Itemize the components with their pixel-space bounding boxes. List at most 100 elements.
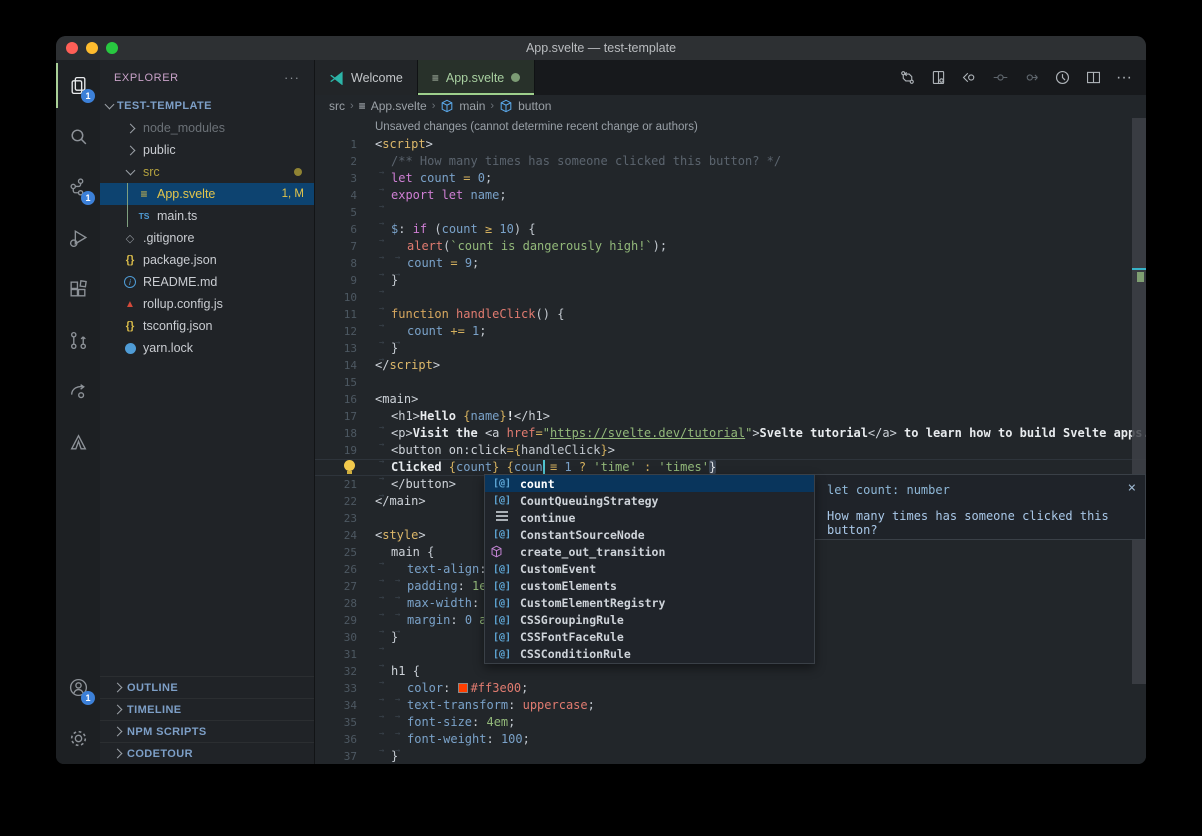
line-number[interactable]: 22	[315, 493, 375, 510]
code-line[interactable]: 35font-size: 4em;	[315, 714, 1146, 731]
line-number[interactable]: 16	[315, 391, 375, 408]
line-number[interactable]: 24	[315, 527, 375, 544]
line-number[interactable]: 36	[315, 731, 375, 748]
breadcrumb-button[interactable]: button	[518, 99, 551, 113]
line-number[interactable]: 29	[315, 612, 375, 629]
open-changes-icon[interactable]	[899, 69, 916, 86]
code-line[interactable]: 36font-weight: 100;	[315, 731, 1146, 748]
line-number[interactable]: 4	[315, 187, 375, 204]
line-number[interactable]: 28	[315, 595, 375, 612]
line-number[interactable]: 9	[315, 272, 375, 289]
close-icon[interactable]: ×	[1128, 480, 1136, 496]
suggest-item[interactable]: [@]customElements	[485, 578, 814, 595]
file-row[interactable]: yarn.lock	[100, 337, 314, 359]
line-number[interactable]: 25	[315, 544, 375, 561]
code-line[interactable]: 10	[315, 289, 1146, 306]
suggest-item[interactable]: [@]CustomEvent	[485, 560, 814, 577]
code-line[interactable]: 11function handleClick() {	[315, 306, 1146, 323]
settings-gear-icon[interactable]	[56, 713, 100, 764]
line-number[interactable]: 18	[315, 425, 375, 442]
code-line[interactable]: Unsaved changes (cannot determine recent…	[315, 119, 1146, 136]
github-pr-icon[interactable]	[56, 315, 100, 366]
line-number[interactable]: 1	[315, 136, 375, 153]
line-number[interactable]: 7	[315, 238, 375, 255]
section-timeline[interactable]: TIMELINE	[100, 698, 314, 720]
line-number[interactable]: 19	[315, 442, 375, 459]
line-number[interactable]: 11	[315, 306, 375, 323]
line-number[interactable]: 12	[315, 323, 375, 340]
line-number[interactable]: 5	[315, 204, 375, 221]
line-number[interactable]: 17	[315, 408, 375, 425]
code-editor[interactable]: Unsaved changes (cannot determine recent…	[315, 116, 1146, 764]
code-line[interactable]: 6$: if (count ≥ 10) {	[315, 221, 1146, 238]
file-row[interactable]: TSmain.ts	[100, 205, 314, 227]
line-number[interactable]: 21	[315, 476, 375, 493]
line-number[interactable]: 6	[315, 221, 375, 238]
code-line[interactable]: 37}	[315, 748, 1146, 764]
sidebar-more-actions-icon[interactable]: ···	[284, 70, 300, 85]
file-row[interactable]: src	[100, 161, 314, 183]
code-line[interactable]: 15	[315, 374, 1146, 391]
code-line[interactable]: 19<button on:click={handleClick}>	[315, 442, 1146, 459]
accounts-icon[interactable]: 1	[56, 662, 100, 713]
line-number[interactable]	[315, 119, 375, 136]
file-row[interactable]: ▲rollup.config.js	[100, 293, 314, 315]
extensions-icon[interactable]	[56, 264, 100, 315]
suggest-item[interactable]: [@]CSSGroupingRule	[485, 612, 814, 629]
suggest-item[interactable]: [@]CustomElementRegistry	[485, 595, 814, 612]
editor-scrollbar[interactable]	[1132, 118, 1146, 684]
line-number[interactable]: 35	[315, 714, 375, 731]
code-line[interactable]: 12count += 1;	[315, 323, 1146, 340]
line-number[interactable]	[315, 459, 375, 476]
file-row[interactable]: {}tsconfig.json	[100, 315, 314, 337]
code-line[interactable]: 1<script>	[315, 136, 1146, 153]
timeline-icon[interactable]	[1054, 69, 1071, 86]
breadcrumb-main[interactable]: main	[459, 99, 485, 113]
open-preview-icon[interactable]	[930, 69, 947, 86]
line-number[interactable]: 13	[315, 340, 375, 357]
section-codetour[interactable]: CODETOUR	[100, 742, 314, 764]
source-control-icon[interactable]: 1	[56, 162, 100, 213]
code-line[interactable]: 2/** How many times has someone clicked …	[315, 153, 1146, 170]
code-line[interactable]: 16<main>	[315, 391, 1146, 408]
line-number[interactable]: 32	[315, 663, 375, 680]
suggest-item[interactable]: [@]ConstantSourceNode	[485, 526, 814, 543]
file-row[interactable]: ≡App.svelte1, M	[100, 183, 314, 205]
line-number[interactable]: 33	[315, 680, 375, 697]
line-number[interactable]: 34	[315, 697, 375, 714]
suggest-item[interactable]: continue	[485, 509, 814, 526]
file-row[interactable]: iREADME.md	[100, 271, 314, 293]
line-number[interactable]: 26	[315, 561, 375, 578]
line-number[interactable]: 27	[315, 578, 375, 595]
line-number[interactable]: 14	[315, 357, 375, 374]
line-number[interactable]: 30	[315, 629, 375, 646]
more-actions-icon[interactable]: ···	[1116, 69, 1132, 87]
code-line[interactable]: 9}	[315, 272, 1146, 289]
code-line[interactable]: 5	[315, 204, 1146, 221]
suggest-item[interactable]: create_out_transition	[485, 543, 814, 560]
suggest-item[interactable]: [@]count	[485, 475, 814, 492]
code-line[interactable]: 34text-transform: uppercase;	[315, 697, 1146, 714]
file-row[interactable]: public	[100, 139, 314, 161]
code-line[interactable]: 4export let name;	[315, 187, 1146, 204]
code-line[interactable]: 7alert(`count is dangerously high!`);	[315, 238, 1146, 255]
line-number[interactable]: 15	[315, 374, 375, 391]
tab-app-svelte[interactable]: ≡ App.svelte	[418, 60, 535, 95]
line-number[interactable]: 3	[315, 170, 375, 187]
workspace-root-row[interactable]: TEST-TEMPLATE	[100, 95, 314, 117]
breadcrumb-src[interactable]: src	[329, 99, 345, 113]
code-line[interactable]: 13}	[315, 340, 1146, 357]
explorer-icon[interactable]: 1	[56, 60, 100, 111]
search-icon[interactable]	[56, 111, 100, 162]
modified-dot-icon[interactable]	[511, 73, 520, 82]
file-row[interactable]: ◇.gitignore	[100, 227, 314, 249]
line-number[interactable]: 2	[315, 153, 375, 170]
line-number[interactable]: 8	[315, 255, 375, 272]
line-number[interactable]: 31	[315, 646, 375, 663]
live-share-icon[interactable]	[56, 366, 100, 417]
previous-change-icon[interactable]	[992, 69, 1009, 86]
line-number[interactable]: 37	[315, 748, 375, 764]
suggest-item[interactable]: [@]CSSFontFaceRule	[485, 629, 814, 646]
code-line[interactable]: 8count = 9;	[315, 255, 1146, 272]
code-line[interactable]: 33color: #ff3e00;	[315, 680, 1146, 697]
